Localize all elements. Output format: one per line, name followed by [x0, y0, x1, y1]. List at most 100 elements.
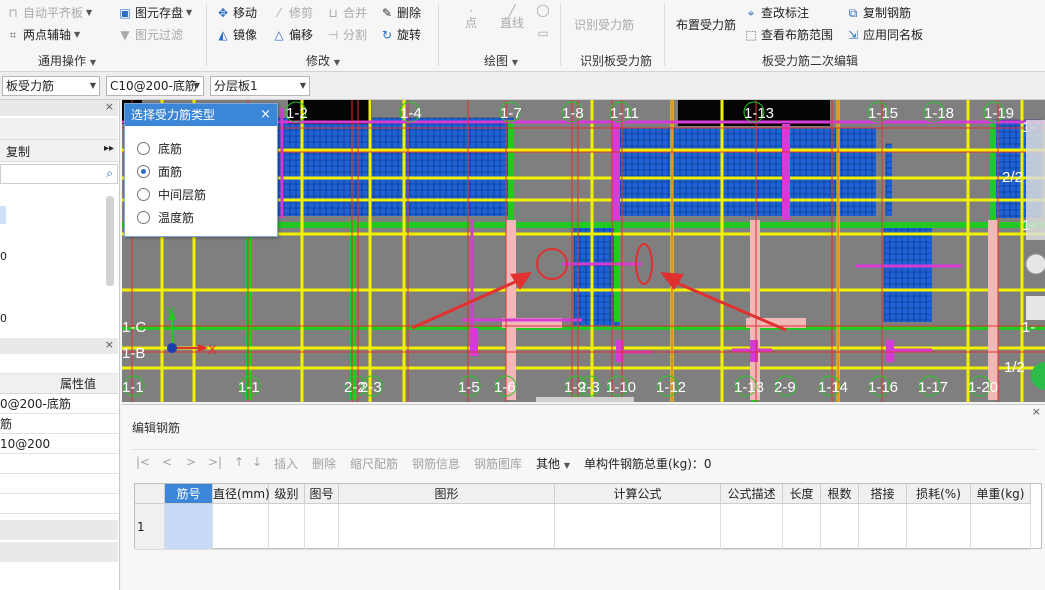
group-label-modify[interactable]: 修改 ▼	[306, 52, 340, 69]
axis-label: 1-B	[122, 345, 145, 362]
group-label-common[interactable]: 通用操作 ▼	[38, 52, 96, 69]
column-header[interactable]: 长度	[783, 484, 821, 504]
rect-button[interactable]: ▭	[536, 26, 550, 40]
close-icon[interactable]: ×	[1032, 405, 1041, 418]
row-number[interactable]: 1	[135, 504, 165, 550]
merge-button[interactable]: ⊔ 合并	[326, 4, 367, 21]
other-menu-button[interactable]: 其他 ▼	[536, 455, 570, 472]
column-header[interactable]: 公式描述	[721, 484, 783, 504]
next-record-button[interactable]: >	[186, 455, 196, 469]
split-button[interactable]: ⊣ 分割	[326, 26, 367, 43]
radio-button[interactable]	[137, 142, 150, 155]
column-header[interactable]: 筋号	[165, 484, 213, 504]
offset-icon: △	[274, 27, 284, 42]
view-range-button[interactable]: ⬚ 查看布筋范围	[744, 26, 833, 43]
property-group-row[interactable]	[0, 520, 118, 540]
axis-label: 1-	[1022, 319, 1035, 336]
save-element-button[interactable]: ▣ 图元存盘 ▼	[118, 4, 192, 21]
two-point-axis-button[interactable]: ⌗ 两点辅轴 ▼	[6, 26, 81, 43]
property-value[interactable]: 10@200	[0, 434, 118, 454]
last-record-button[interactable]: >|	[208, 455, 222, 469]
table-cell[interactable]	[971, 504, 1031, 550]
column-header[interactable]: 图号	[305, 484, 339, 504]
point-button[interactable]: · 点	[464, 4, 478, 31]
column-header[interactable]: 计算公式	[555, 484, 721, 504]
line-button[interactable]: ╱ 直线	[500, 4, 524, 31]
rebar-library-button[interactable]: 钢筋图库	[474, 455, 522, 472]
column-header[interactable]: 单重(kg)	[971, 484, 1031, 504]
radio-option-bottom[interactable]: 底筋	[137, 140, 182, 157]
close-icon[interactable]: ×	[105, 338, 114, 351]
radio-button[interactable]	[137, 211, 150, 224]
delete-row-button[interactable]: 删除	[312, 455, 336, 472]
arc-button[interactable]: ◯	[536, 3, 550, 17]
check-mark-button[interactable]: ⌖ 查改标注	[744, 4, 809, 21]
property-value[interactable]	[0, 454, 118, 474]
rotate-button[interactable]: ↻ 旋转	[380, 26, 421, 43]
align-icon: ⊓	[8, 5, 18, 20]
table-cell[interactable]	[721, 504, 783, 550]
prev-record-button[interactable]: <	[162, 455, 172, 469]
close-icon[interactable]: ×	[260, 104, 271, 126]
table-cell[interactable]	[555, 504, 721, 550]
close-icon[interactable]: ×	[105, 100, 114, 113]
search-icon[interactable]: ⌕	[106, 166, 113, 181]
recognize-rebar-button[interactable]: 识别受力筋	[574, 16, 634, 33]
table-cell[interactable]	[339, 504, 555, 550]
axis-label: 1-2	[286, 105, 308, 122]
column-header[interactable]: 损耗(%)	[907, 484, 971, 504]
column-header[interactable]: 搭接	[859, 484, 907, 504]
scrollbar[interactable]	[106, 196, 114, 286]
trim-button[interactable]: ⁄ 修剪	[272, 4, 313, 21]
list-item[interactable]: 0	[0, 250, 7, 263]
table-cell[interactable]	[213, 504, 269, 550]
apply-same-slab-button[interactable]: ⇲ 应用同名板	[846, 26, 923, 43]
table-cell[interactable]	[821, 504, 859, 550]
property-value[interactable]: 筋	[0, 414, 118, 434]
rebar-name-select[interactable]: C10@200-底筋 ▼	[106, 76, 204, 96]
move-button[interactable]: ✥ 移动	[216, 4, 257, 21]
first-record-button[interactable]: |<	[136, 455, 150, 469]
layer-select[interactable]: 分层板1 ▼	[210, 76, 310, 96]
expand-icon[interactable]: ▸▸	[104, 143, 114, 154]
radio-button[interactable]	[137, 188, 150, 201]
rebar-mark	[750, 340, 758, 362]
offset-button[interactable]: △ 偏移	[272, 26, 313, 43]
move-down-button[interactable]: ↓	[252, 455, 262, 469]
insert-button[interactable]: 插入	[274, 455, 298, 472]
radio-option-top[interactable]: 面筋	[137, 163, 182, 180]
copy-rebar-button[interactable]: ⧉ 复制钢筋	[846, 4, 911, 21]
table-cell[interactable]	[907, 504, 971, 550]
move-up-button[interactable]: ↑	[234, 455, 244, 469]
table-cell[interactable]	[859, 504, 907, 550]
column-header[interactable]: 直径(mm)	[213, 484, 270, 504]
property-value[interactable]	[0, 494, 118, 514]
property-value[interactable]	[0, 474, 118, 494]
column-header[interactable]: 根数	[821, 484, 859, 504]
table-cell[interactable]	[305, 504, 339, 550]
line-icon: ╱	[508, 4, 516, 18]
column-header[interactable]: 图形	[339, 484, 555, 504]
property-value[interactable]: 0@200-底筋	[0, 394, 118, 414]
group-label-draw[interactable]: 绘图 ▼	[484, 52, 518, 69]
table-cell[interactable]	[783, 504, 821, 550]
copy-button[interactable]: 复制	[6, 143, 30, 160]
rebar-info-button[interactable]: 钢筋信息	[412, 455, 460, 472]
radio-option-temperature[interactable]: 温度筋	[137, 209, 194, 226]
table-cell[interactable]	[269, 504, 305, 550]
element-filter-button[interactable]: ▼ 图元过滤	[118, 26, 183, 43]
wall	[122, 326, 1045, 330]
radio-option-middle[interactable]: 中间层筋	[137, 186, 206, 203]
auto-align-slab-button[interactable]: ⊓ 自动平齐板 ▼	[6, 4, 92, 21]
scale-rebar-button[interactable]: 缩尺配筋	[350, 455, 398, 472]
column-header[interactable]: 级别	[269, 484, 305, 504]
mirror-button[interactable]: ◭ 镜像	[216, 26, 257, 43]
table-cell-selected[interactable]	[165, 504, 213, 550]
place-rebar-button[interactable]: 布置受力筋	[676, 16, 736, 33]
property-group-row[interactable]	[0, 542, 118, 562]
element-type-select[interactable]: 板受力筋 ▼	[2, 76, 100, 96]
delete-button[interactable]: ✎ 删除	[380, 4, 421, 21]
radio-button-selected[interactable]	[137, 165, 150, 178]
list-item[interactable]: 0	[0, 312, 7, 325]
search-input[interactable]: ⌕	[0, 164, 118, 184]
